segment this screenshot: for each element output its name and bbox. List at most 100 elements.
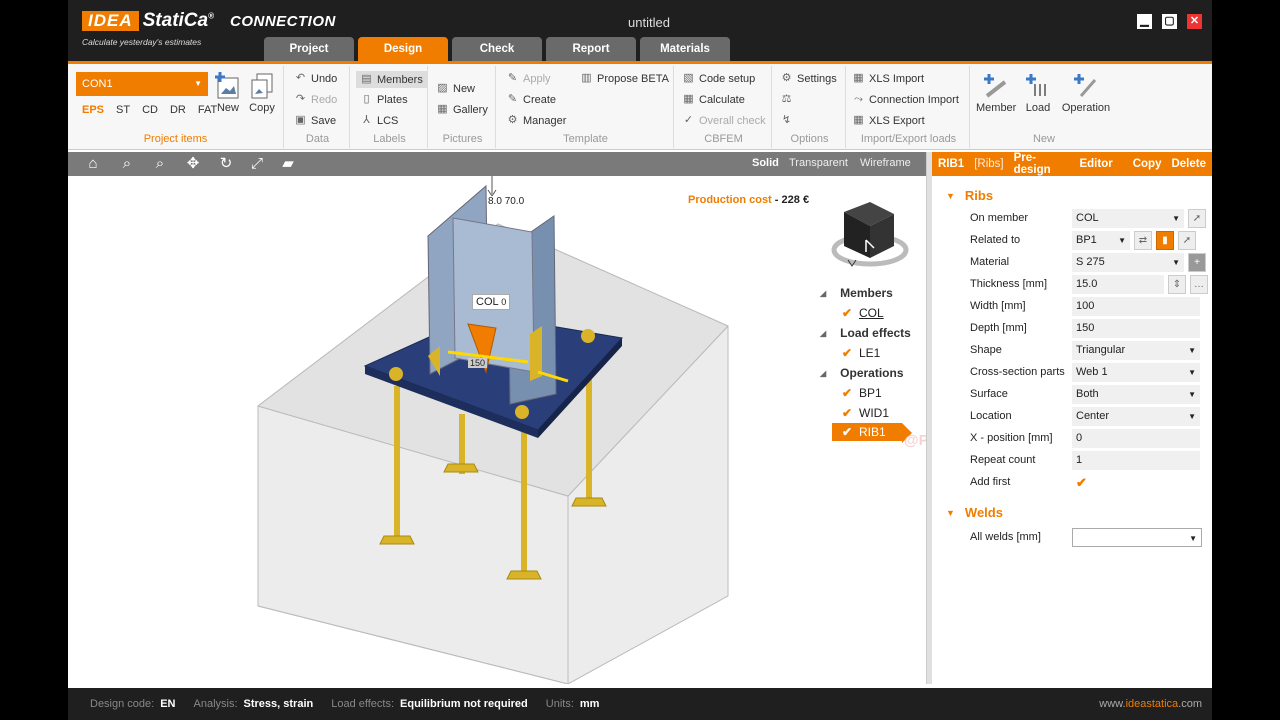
load-type-eps[interactable]: EPS bbox=[82, 104, 104, 116]
section-ribs[interactable]: ▼ Ribs bbox=[946, 188, 1212, 203]
width-input[interactable]: 100 bbox=[1072, 296, 1200, 316]
dimension-label: 8.0 70.0 bbox=[488, 196, 525, 207]
template-manager-button[interactable]: ⚙ Manager bbox=[506, 114, 567, 127]
xls-import-button[interactable]: ▦ XLS Import bbox=[852, 72, 924, 85]
predesign-button[interactable]: Pre-design bbox=[1014, 152, 1070, 176]
labels-lcs-toggle[interactable]: ⅄ LCS bbox=[360, 114, 398, 127]
labels-plates-toggle[interactable]: ▯ Plates bbox=[360, 93, 407, 106]
tree-operations-header[interactable]: ◢ Operations bbox=[820, 366, 904, 380]
zoom-window-icon[interactable]: ⌕ bbox=[118, 155, 136, 173]
3d-viewport[interactable]: COL 0 8.0 70.0 150 Production cost - 228… bbox=[68, 176, 926, 684]
close-icon[interactable]: ✕ bbox=[1187, 14, 1202, 29]
copy-button[interactable]: Copy bbox=[1133, 158, 1162, 170]
collapse-icon: ▼ bbox=[946, 190, 955, 201]
balance-button[interactable]: ⚖ bbox=[780, 93, 793, 106]
zoom-extents-icon[interactable]: ⤢ bbox=[248, 155, 266, 173]
load-type-dr[interactable]: DR bbox=[170, 104, 186, 116]
pick-cursor-icon[interactable]: ➚ bbox=[1178, 230, 1196, 250]
calculate-button[interactable]: ▦ Calculate bbox=[682, 93, 745, 106]
x-position-input[interactable]: 0 bbox=[1072, 428, 1200, 448]
home-icon[interactable]: ⌂ bbox=[84, 155, 102, 173]
tab-check[interactable]: Check bbox=[452, 37, 542, 61]
new-load-button[interactable]: Load bbox=[1018, 72, 1058, 114]
mode-wireframe[interactable]: Wireframe bbox=[860, 157, 911, 169]
eraser-icon[interactable]: ▰ bbox=[279, 155, 297, 173]
tree-load-effects-header[interactable]: ◢ Load effects bbox=[820, 326, 911, 340]
overall-check-button[interactable]: ✓ Overall check bbox=[682, 114, 766, 127]
checkbox-icon[interactable]: ✔ bbox=[842, 347, 853, 359]
checkbox-icon[interactable]: ✔ bbox=[842, 307, 853, 319]
save-button[interactable]: ▣ Save bbox=[294, 114, 336, 127]
member-label-col[interactable]: COL 0 bbox=[472, 294, 511, 310]
connection-icon: ⤳ bbox=[854, 93, 863, 105]
maximize-icon[interactable]: ▢ bbox=[1162, 14, 1177, 29]
editor-button[interactable]: Editor bbox=[1079, 158, 1112, 170]
surface-select[interactable]: Both ▼ bbox=[1072, 384, 1200, 404]
related-to-select[interactable]: BP1 ▼ bbox=[1072, 230, 1130, 250]
group-cbfem: ▧ Code setup ▦ Calculate ✓ Overall check CB… bbox=[676, 66, 772, 148]
new-picture-button[interactable]: ▨ New bbox=[436, 82, 475, 95]
connection-select[interactable]: CON1 ▼ bbox=[76, 72, 208, 96]
stepper-icon[interactable]: ⇕ bbox=[1168, 274, 1186, 294]
tab-project[interactable]: Project bbox=[264, 37, 354, 61]
gallery-button[interactable]: ▦ Gallery bbox=[436, 103, 488, 116]
repeat-count-input[interactable]: 1 bbox=[1072, 450, 1200, 470]
tree-item-col[interactable]: ✔ COL bbox=[842, 306, 884, 320]
checkbox-icon[interactable]: ✔ bbox=[842, 387, 853, 399]
more-icon[interactable]: … bbox=[1190, 274, 1208, 294]
tree-item-wid1[interactable]: ✔ WID1 bbox=[842, 406, 889, 420]
delete-button[interactable]: Delete bbox=[1171, 158, 1206, 170]
connection-import-button[interactable]: ⤳ Connection Import bbox=[852, 93, 959, 106]
load-type-st[interactable]: ST bbox=[116, 104, 130, 116]
thickness-input[interactable]: 15.0 bbox=[1072, 274, 1164, 294]
add-material-icon[interactable]: + bbox=[1188, 252, 1206, 272]
swap-icon[interactable]: ⇄ bbox=[1134, 230, 1152, 250]
copy-icon bbox=[249, 72, 275, 100]
tab-design[interactable]: Design bbox=[358, 37, 448, 61]
apply-template-button[interactable]: ✎ Apply bbox=[506, 72, 551, 85]
checkbox-icon[interactable]: ✔ bbox=[842, 426, 853, 438]
create-template-button[interactable]: ✎ Create bbox=[506, 93, 556, 106]
cross-section-parts-select[interactable]: Web 1 ▼ bbox=[1072, 362, 1200, 382]
tree-members-header[interactable]: ◢ Members bbox=[820, 286, 893, 300]
mode-solid[interactable]: Solid bbox=[752, 157, 779, 169]
on-member-select[interactable]: COL ▼ bbox=[1072, 208, 1184, 228]
xls-export-button[interactable]: ▦ XLS Export bbox=[852, 114, 924, 127]
tree-item-bp1[interactable]: ✔ BP1 bbox=[842, 386, 882, 400]
checkbox-icon[interactable]: ✔ bbox=[842, 407, 853, 419]
depth-input[interactable]: 150 bbox=[1072, 318, 1200, 338]
copy-connection-button[interactable]: Copy bbox=[242, 72, 282, 114]
new-operation-button[interactable]: Operation bbox=[1060, 72, 1112, 114]
website-link[interactable]: www.ideastatica.com bbox=[1099, 698, 1202, 710]
group-label: Import/Export loads bbox=[860, 133, 957, 145]
check-icon: ✓ bbox=[683, 114, 694, 126]
section-button[interactable]: ↯ bbox=[780, 114, 793, 127]
all-welds-select[interactable]: ▼ bbox=[1072, 527, 1202, 547]
new-member-button[interactable]: Member bbox=[976, 72, 1016, 114]
location-select[interactable]: Center ▼ bbox=[1072, 406, 1200, 426]
settings-button[interactable]: ⚙ Settings bbox=[780, 72, 837, 85]
pan-icon[interactable]: ✥ bbox=[184, 155, 202, 173]
add-first-checkbox[interactable]: ✔ bbox=[1072, 473, 1200, 492]
tree-item-rib1[interactable]: ✔ RIB1 bbox=[832, 423, 912, 443]
labels-members-toggle[interactable]: ▤ Members bbox=[356, 71, 427, 88]
tree-item-le1[interactable]: ✔ LE1 bbox=[842, 346, 880, 360]
tab-materials[interactable]: Materials bbox=[640, 37, 730, 61]
code-setup-button[interactable]: ▧ Code setup bbox=[682, 72, 755, 85]
shape-select[interactable]: Triangular ▼ bbox=[1072, 340, 1200, 360]
propose-template-button[interactable]: ▥ Propose BETA bbox=[580, 72, 669, 85]
section-welds[interactable]: ▼ Welds bbox=[946, 505, 1212, 520]
load-type-cd[interactable]: CD bbox=[142, 104, 158, 116]
plate-icon[interactable]: ▮ bbox=[1156, 230, 1174, 250]
mode-transparent[interactable]: Transparent bbox=[789, 157, 848, 169]
rotate-icon[interactable]: ↻ bbox=[217, 155, 235, 173]
pick-cursor-icon[interactable]: ➚ bbox=[1188, 208, 1206, 228]
zoom-icon[interactable]: ⌕ bbox=[151, 155, 169, 173]
material-select[interactable]: S 275 ▼ bbox=[1072, 252, 1184, 272]
navigation-cube[interactable] bbox=[830, 200, 910, 272]
minimize-icon[interactable]: ▁ bbox=[1137, 14, 1152, 29]
connection-model[interactable] bbox=[68, 176, 926, 684]
undo-button[interactable]: ↶ Undo bbox=[294, 72, 337, 85]
redo-button[interactable]: ↷ Redo bbox=[294, 93, 337, 106]
tab-report[interactable]: Report bbox=[546, 37, 636, 61]
